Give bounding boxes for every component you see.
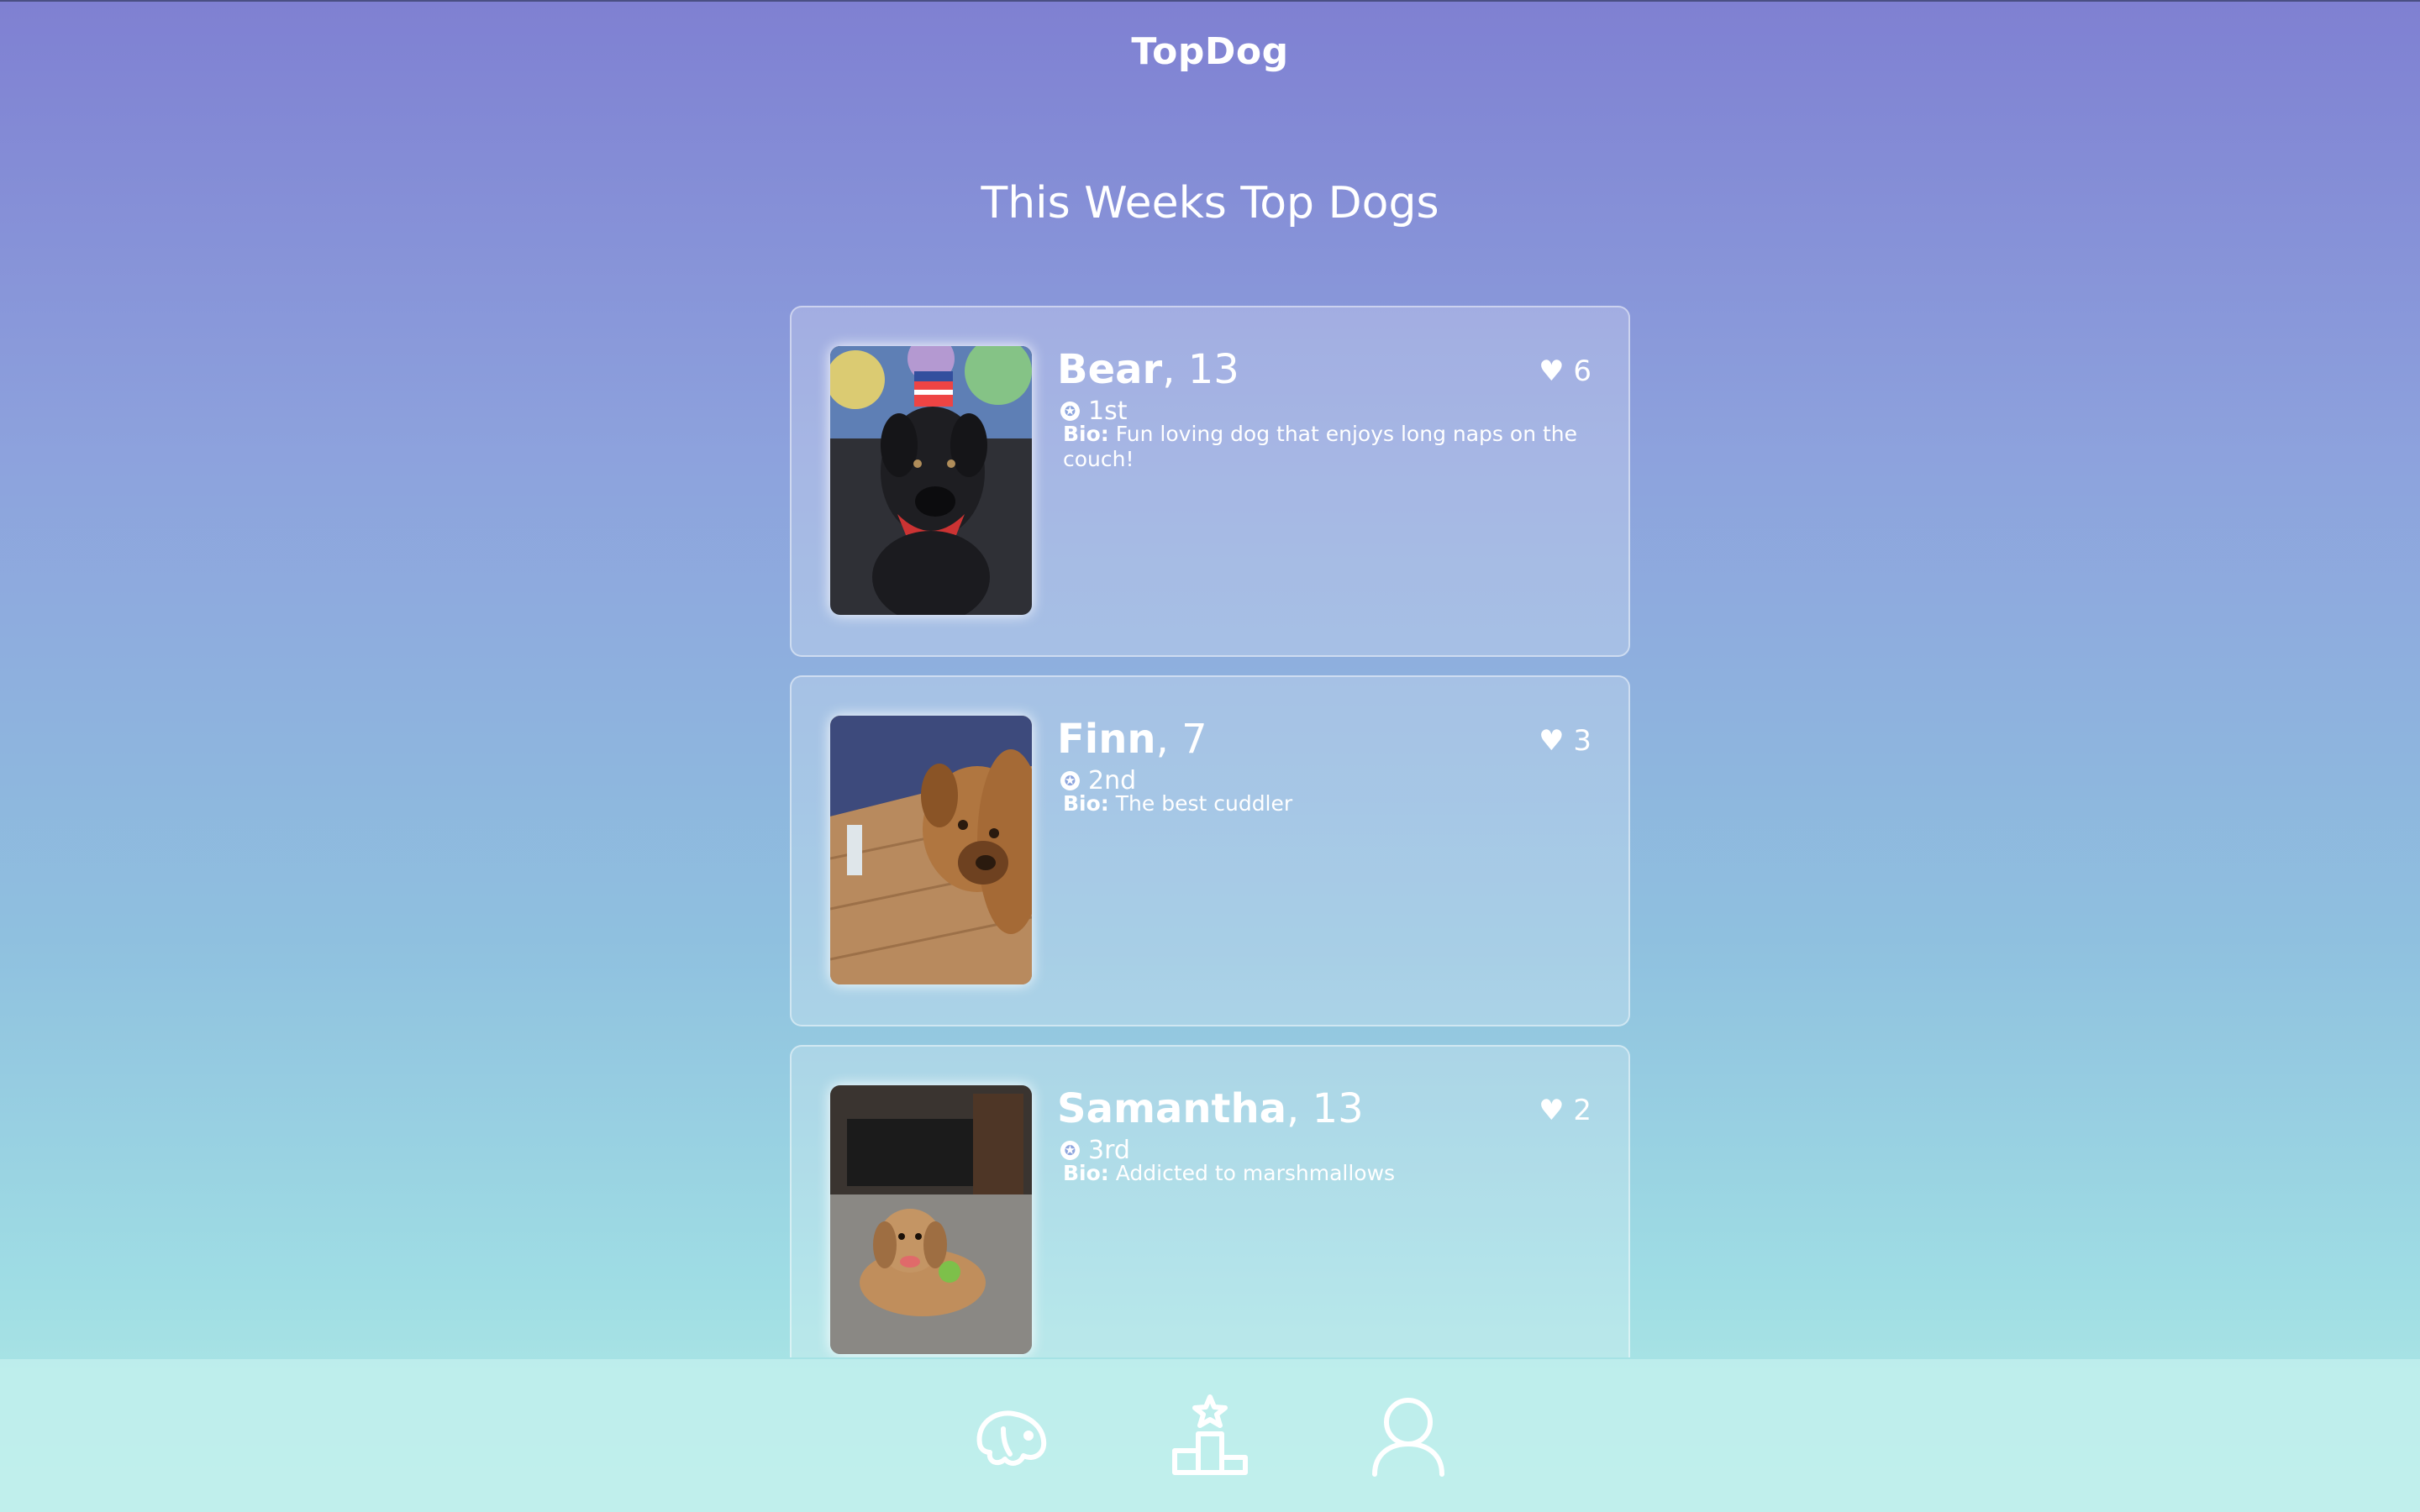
- dog-name-age: Bear, 13: [1057, 346, 1239, 393]
- name-separator: ,: [1286, 1085, 1313, 1132]
- bio-label: Bio:: [1063, 1161, 1109, 1185]
- bottom-nav: [0, 1359, 2420, 1512]
- dog-bio: Bio: The best cuddler: [1063, 791, 1584, 816]
- dog-name-age: Samantha, 13: [1057, 1085, 1364, 1132]
- heart-icon: ♥: [1539, 1094, 1565, 1127]
- dog-icon: [976, 1410, 1047, 1466]
- nav-leaderboard-button[interactable]: [1164, 1389, 1256, 1482]
- dog-age: 13: [1187, 346, 1239, 393]
- dog-name-age: Finn, 7: [1057, 716, 1207, 763]
- profile-icon: [1372, 1398, 1444, 1477]
- like-value: 3: [1573, 724, 1591, 758]
- name-separator: ,: [1162, 346, 1188, 393]
- like-value: 6: [1573, 354, 1591, 388]
- dog-age: 7: [1181, 716, 1207, 763]
- dog-card[interactable]: Bear, 13 ♥ 6 ✪ 1st Bio: Fun loving dog t…: [790, 306, 1630, 657]
- name-separator: ,: [1155, 716, 1182, 763]
- dog-photo: [830, 1085, 1032, 1354]
- bio-text: The best cuddler: [1115, 791, 1293, 816]
- award-icon: ✪: [1060, 1141, 1080, 1160]
- award-icon: ✪: [1060, 402, 1080, 421]
- dog-card[interactable]: Samantha, 13 ♥ 2 ✪ 3rd Bio: Addicted to …: [790, 1045, 1630, 1357]
- dog-bio: Bio: Fun loving dog that enjoys long nap…: [1063, 422, 1584, 472]
- like-count[interactable]: ♥ 6: [1539, 354, 1591, 388]
- bio-text: Addicted to marshmallows: [1115, 1161, 1396, 1185]
- podium-icon: [1172, 1394, 1248, 1475]
- bio-label: Bio:: [1063, 422, 1109, 446]
- nav-profile-button[interactable]: [1362, 1389, 1455, 1482]
- page-title: This Weeks Top Dogs: [981, 178, 1439, 228]
- dog-photo: [830, 346, 1032, 615]
- window-top-border: [0, 0, 2420, 2]
- award-icon: ✪: [1060, 771, 1080, 790]
- top-dogs-list[interactable]: Bear, 13 ♥ 6 ✪ 1st Bio: Fun loving dog t…: [790, 306, 1630, 1357]
- dog-photo: [830, 716, 1032, 984]
- dog-name: Bear: [1057, 346, 1163, 393]
- heart-icon: ♥: [1539, 724, 1565, 758]
- nav-dogs-button[interactable]: [965, 1389, 1058, 1482]
- bio-label: Bio:: [1063, 791, 1109, 816]
- dog-age: 13: [1312, 1085, 1364, 1132]
- heart-icon: ♥: [1539, 354, 1565, 388]
- dog-bio: Bio: Addicted to marshmallows: [1063, 1161, 1584, 1186]
- dog-card[interactable]: Finn, 7 ♥ 3 ✪ 2nd Bio: The best cuddler: [790, 675, 1630, 1026]
- like-count[interactable]: ♥ 3: [1539, 724, 1591, 758]
- dog-name: Finn: [1057, 716, 1156, 763]
- like-count[interactable]: ♥ 2: [1539, 1094, 1591, 1127]
- dog-name: Samantha: [1057, 1085, 1287, 1132]
- app-title: TopDog: [1131, 30, 1289, 73]
- bio-text: Fun loving dog that enjoys long naps on …: [1063, 422, 1578, 471]
- like-value: 2: [1573, 1094, 1591, 1127]
